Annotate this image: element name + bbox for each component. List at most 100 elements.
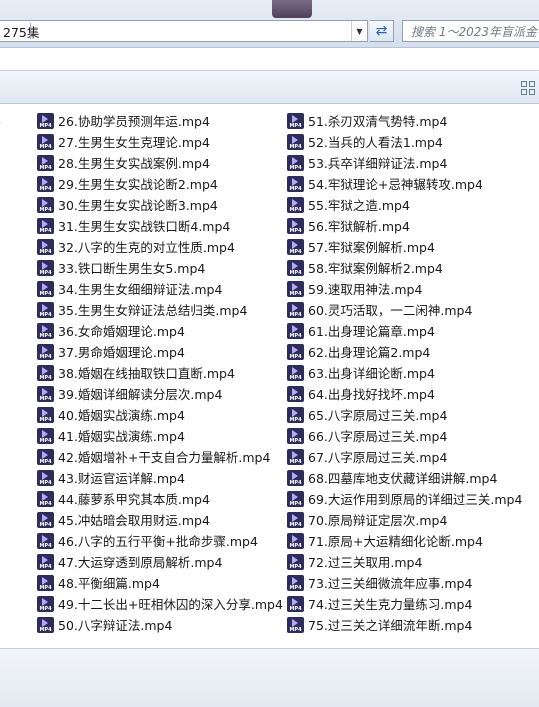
file-item[interactable]: 73.过三关细微流年应事.mp4 (287, 572, 522, 593)
file-item[interactable]: 4 (0, 131, 1, 152)
file-item[interactable]: 68.四墓库地支伏藏详细讲解.mp4 (287, 467, 522, 488)
file-item[interactable]: 64.出身找好找坏.mp4 (287, 383, 522, 404)
mp4-file-icon (37, 112, 54, 129)
file-item[interactable]: 46.八字的五行平衡+批命步骤.mp4 (37, 530, 283, 551)
search-input[interactable]: 搜索 1～2023年盲派金铂 (402, 20, 539, 42)
file-item[interactable]: 29.生男生女实战论断2.mp4 (37, 173, 283, 194)
mp4-file-icon (37, 280, 54, 297)
mp4-file-icon (37, 175, 54, 192)
file-name: 55.牢狱之造.mp4 (308, 198, 410, 213)
file-item[interactable]: 37.男命婚姻理论.mp4 (37, 341, 283, 362)
file-item[interactable]: 33.铁口断生男生女5.mp4 (37, 257, 283, 278)
file-item[interactable]: 62.出身理论篇2.mp4 (287, 341, 522, 362)
mp4-file-icon (37, 322, 54, 339)
file-name: 71.原局+大运精细化论断.mp4 (308, 534, 483, 549)
file-name: 44.藤萝系甲究其本质.mp4 (58, 492, 210, 507)
file-item[interactable]: 48.平衡细篇.mp4 (37, 572, 283, 593)
file-item[interactable]: 52.当兵的人看法1.mp4 (287, 131, 522, 152)
file-name: 52.当兵的人看法1.mp4 (308, 135, 443, 150)
file-item[interactable]: 39.婚姻详细解读分层次.mp4 (37, 383, 283, 404)
file-name: 59.速取用神法.mp4 (308, 282, 423, 297)
mp4-file-icon (287, 406, 304, 423)
file-item[interactable]: 55.牢狱之造.mp4 (287, 194, 522, 215)
file-item[interactable]: 70.原局辩证定层次.mp4 (287, 509, 522, 530)
file-item[interactable]: 58.牢狱案例解析2.mp4 (287, 257, 522, 278)
file-item[interactable]: 61.出身理论篇章.mp4 (287, 320, 522, 341)
file-name: 26.协助学员预测年运.mp4 (58, 114, 210, 129)
mp4-file-icon (37, 301, 54, 318)
file-item[interactable]: 36.女命婚姻理论.mp4 (37, 320, 283, 341)
mp4-file-icon (37, 259, 54, 276)
mp4-file-icon (287, 595, 304, 612)
file-name: 75.过三关之详细流年断.mp4 (308, 618, 473, 633)
file-name: 58.牢狱案例解析2.mp4 (308, 261, 443, 276)
file-item[interactable]: 60.灵巧活取，一二闲神.mp4 (287, 299, 522, 320)
file-name: 34.生男生女细细辩证法.mp4 (58, 282, 223, 297)
file-item[interactable]: 65.八字原局过三关.mp4 (287, 404, 522, 425)
file-item[interactable]: 71.原局+大运精细化论断.mp4 (287, 530, 522, 551)
toolbar (0, 70, 539, 104)
file-name: 54.牢狱理论+忌神辗转攻.mp4 (308, 177, 483, 192)
mp4-file-icon (37, 595, 54, 612)
file-name: 67.八字原局过三关.mp4 (308, 450, 448, 465)
file-item[interactable]: 57.牢狱案例解析.mp4 (287, 236, 522, 257)
file-item[interactable]: 41.婚姻实战演练.mp4 (37, 425, 283, 446)
file-item[interactable]: 74.过三关生克力量练习.mp4 (287, 593, 522, 614)
file-item[interactable]: 67.八字原局过三关.mp4 (287, 446, 522, 467)
file-item[interactable]: 75.过三关之详细流年断.mp4 (287, 614, 522, 635)
file-item[interactable]: 40.婚姻实战演练.mp4 (37, 404, 283, 425)
file-item[interactable]: 31.生男生女实战铁口断4.mp4 (37, 215, 283, 236)
file-item[interactable]: 38.婚姻在线抽取铁口直断.mp4 (37, 362, 283, 383)
file-item[interactable]: 32.八字的生克的对立性质.mp4 (37, 236, 283, 257)
file-item[interactable]: 27.生男生女生克理论.mp4 (37, 131, 283, 152)
mp4-file-icon (287, 301, 304, 318)
mp4-file-icon (287, 490, 304, 507)
mp4-file-icon (287, 154, 304, 171)
file-name: 39.婚姻详细解读分层次.mp4 (58, 387, 223, 402)
file-name: 36.女命婚姻理论.mp4 (58, 324, 185, 339)
file-item[interactable]: 53.兵卒详细辩证法.mp4 (287, 152, 522, 173)
mp4-file-icon (287, 343, 304, 360)
mp4-file-icon (37, 448, 54, 465)
file-name: 69.大运作用到原局的详细过三关.mp4 (308, 492, 523, 507)
file-item[interactable]: 30.生男生女实战论断3.mp4 (37, 194, 283, 215)
title-thumbnail (272, 0, 312, 18)
file-item[interactable]: 66.八字原局过三关.mp4 (287, 425, 522, 446)
search-placeholder: 搜索 1～2023年盲派金铂 (411, 24, 539, 39)
file-name: 66.八字原局过三关.mp4 (308, 429, 448, 444)
file-item[interactable]: 43.财运官运详解.mp4 (37, 467, 283, 488)
file-item[interactable]: 54.牢狱理论+忌神辗转攻.mp4 (287, 173, 522, 194)
mp4-file-icon (287, 112, 304, 129)
mp4-file-icon (37, 427, 54, 444)
file-name: 50.八字辩证法.mp4 (58, 618, 173, 633)
file-item[interactable]: 47.大运穿透到原局解析.mp4 (37, 551, 283, 572)
file-item[interactable]: 59.速取用神法.mp4 (287, 278, 522, 299)
file-item[interactable]: 28.生男生女实战案例.mp4 (37, 152, 283, 173)
file-item[interactable]: 34.生男生女细细辩证法.mp4 (37, 278, 283, 299)
file-item[interactable]: 45.冲姑暗会取用财运.mp4 (37, 509, 283, 530)
mp4-file-icon (287, 511, 304, 528)
file-item[interactable]: 51.杀刃双清气势特.mp4 (287, 110, 522, 131)
view-options-icon[interactable] (521, 81, 535, 95)
file-item[interactable]: 26.协助学员预测年运.mp4 (37, 110, 283, 131)
file-name: 32.八字的生克的对立性质.mp4 (58, 240, 235, 255)
chevron-down-icon[interactable]: ▼ (351, 21, 367, 41)
refresh-icon: ⇄ (375, 23, 388, 39)
file-item[interactable]: 50.八字辩证法.mp4 (37, 614, 283, 635)
address-bar[interactable]: 275集 ▼ (0, 20, 368, 42)
file-item[interactable]: 72.过三关取用.mp4 (287, 551, 522, 572)
mp4-file-icon (287, 574, 304, 591)
file-item[interactable]: 44.藤萝系甲究其本质.mp4 (37, 488, 283, 509)
mp4-file-icon (287, 532, 304, 549)
file-item[interactable]: 69.大运作用到原局的详细过三关.mp4 (287, 488, 522, 509)
refresh-button[interactable]: ⇄ (370, 20, 394, 42)
file-item[interactable]: 56.牢狱解析.mp4 (287, 215, 522, 236)
file-item[interactable]: 42.婚姻增补+干支自合力量解析.mp4 (37, 446, 283, 467)
file-item[interactable]: 35.生男生女辩证法总结归类.mp4 (37, 299, 283, 320)
file-name: p4 (0, 113, 1, 128)
file-name: 56.牢狱解析.mp4 (308, 219, 410, 234)
file-item[interactable]: p4 (0, 110, 1, 131)
file-name: 51.杀刃双清气势特.mp4 (308, 114, 448, 129)
file-item[interactable]: 49.十二长出+旺相休囚的深入分享.mp4 (37, 593, 283, 614)
file-item[interactable]: 63.出身详细论断.mp4 (287, 362, 522, 383)
